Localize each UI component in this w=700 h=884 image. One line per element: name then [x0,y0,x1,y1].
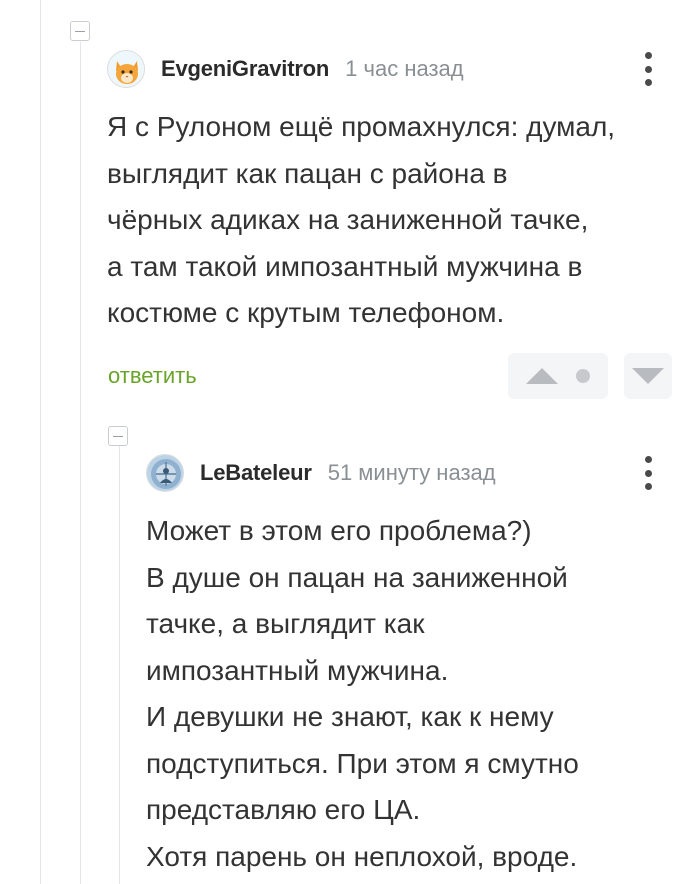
comment-line: а там такой импозантный мужчина в [107,250,583,282]
comment-text: Я с Рулоном ещё промахнулся: думал, выгл… [107,104,687,337]
comment-line: Может в этом его проблема?) [146,515,532,546]
thread-line-outer [40,0,41,884]
comment-line: представляю его ЦА. [146,794,421,825]
comment-time[interactable]: 1 час назад [345,56,463,82]
minus-icon [113,435,123,437]
downvote-icon [632,368,664,384]
downvote-button[interactable] [624,353,672,399]
comment-line: чёрных адиках на заниженной тачке, [107,204,589,235]
comment-text: Может в этом его проблема?) В душе он па… [146,508,691,880]
comment-line: тачке, а выглядит как [146,608,425,639]
thread-line-level2 [119,446,120,884]
comment-line: Я с Рулоном ещё промахнулся: думал, [107,111,616,142]
comment-time[interactable]: 51 минуту назад [328,460,496,486]
comment-line: импозантный мужчина. [146,654,449,686]
comment-author[interactable]: EvgeniGravitron [161,56,329,82]
minus-icon [75,30,85,32]
rating-vote-box [508,353,608,399]
comment-author[interactable]: LeBateleur [200,460,312,486]
comment-line: И девушки не знают, как к нему [146,701,554,732]
comment-line: костюме с крутым телефоном. [107,297,505,328]
comment-menu-icon[interactable] [640,456,656,490]
comment-header: LeBateleur 51 минуту назад [146,453,496,493]
collapse-thread-button[interactable] [70,21,90,41]
comment-header: EvgeniGravitron 1 час назад [107,49,464,89]
reply-button[interactable]: ответить [108,363,197,389]
collapse-thread-button[interactable] [108,426,128,446]
upvote-icon[interactable] [526,368,558,384]
comment-line: подступиться. При этом я смутно [146,747,579,779]
rating-dot-icon [576,369,590,383]
comment-line: В душе он пацан на заниженной [146,561,568,593]
tarot-avatar-icon[interactable] [146,454,184,492]
cat-avatar-icon[interactable] [107,50,145,88]
comment-line: выглядит как пацан с района в [107,157,508,189]
comment-menu-icon[interactable] [640,52,656,86]
thread-line-level1 [80,42,81,884]
comment-line: Хотя парень он неплохой, вроде. [146,840,578,872]
